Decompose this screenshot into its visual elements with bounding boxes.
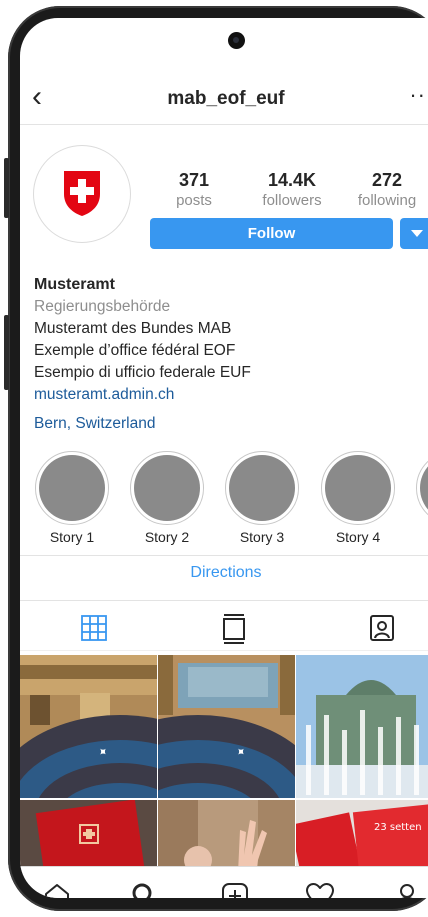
bio-line: Musteramt des Bundes MAB [34,320,232,337]
profile-name: Musteramt [34,276,115,293]
highlight-label: Story 1 [49,529,95,545]
followers-label: followers [262,192,322,209]
post-thumbnail[interactable] [20,800,157,873]
chevron-down-icon [411,230,423,237]
profile-icon[interactable] [392,881,422,898]
highlight-label: Story 3 [239,529,285,545]
add-post-icon[interactable] [220,881,250,898]
stat-following[interactable]: 272 following [347,170,427,209]
stat-posts[interactable]: 371 posts [154,170,234,209]
bio-line: Exemple d’office fédéral EOF [34,342,236,359]
stat-followers[interactable]: 14.4K followers [252,170,332,209]
directions-divider-top [20,555,428,556]
tagged-icon[interactable] [362,608,402,648]
top-bar: ‹ mab_eof_euf ·· [20,80,428,120]
post-thumbnail[interactable]: 23 setten [296,800,428,873]
post-card-text: 23 setten [374,822,422,833]
story-highlight[interactable]: Story 1 [34,451,110,545]
header-divider [20,124,428,125]
post-thumbnail[interactable] [158,800,295,873]
side-button-top [4,158,9,218]
post-grid: ✦ ✦ 23 setten [20,655,428,873]
avatar[interactable] [33,145,131,243]
highlight-ring [225,451,299,525]
story-highlight-partial[interactable] [415,451,428,525]
profile-category: Regierungsbehörde [34,298,171,315]
grid-icon[interactable] [74,608,114,648]
story-highlight[interactable]: Story 4 [320,451,396,545]
highlight-ring [321,451,395,525]
highlight-ring [35,451,109,525]
post-thumbnail[interactable] [296,655,428,798]
swiss-shield-icon [64,171,100,216]
home-icon[interactable] [42,881,72,898]
suggestions-dropdown-button[interactable] [400,218,428,249]
post-thumbnail[interactable]: ✦ [158,655,295,798]
posts-label: posts [176,192,212,209]
profile-bio: Musteramt Regierungsbehörde Musteramt de… [34,274,428,435]
following-count: 272 [371,170,403,190]
app-screen: ‹ mab_eof_euf ·· 371 posts 14.4K followe… [20,18,428,898]
directions-divider-bottom [20,600,428,601]
directions-button[interactable]: Directions [20,558,428,588]
website-link[interactable]: musteramt.admin.ch [34,384,428,406]
highlight-label: Story 4 [335,529,381,545]
front-camera [228,32,245,49]
location-link[interactable]: Bern, Switzerland [34,413,428,435]
post-thumbnail[interactable]: ✦ [20,655,157,798]
more-dots-icon[interactable]: ·· [409,82,426,108]
posts-count: 371 [178,170,210,190]
highlight-ring [130,451,204,525]
following-label: following [357,192,417,209]
profile-username: mab_eof_euf [167,88,285,109]
story-highlight[interactable]: Story 2 [129,451,205,545]
feed-icon[interactable] [214,608,254,648]
highlight-label: Story 2 [144,529,190,545]
followers-count: 14.4K [267,170,317,190]
highlight-ring [416,451,428,525]
bio-line: Esempio di ufficio federale EUF [34,364,251,381]
heart-icon[interactable] [305,881,335,898]
tabs-divider [20,650,428,651]
search-icon[interactable] [130,881,160,898]
side-button-bottom [4,315,9,390]
follow-button[interactable]: Follow [150,218,393,249]
bottom-navigation [20,866,428,898]
story-highlight[interactable]: Story 3 [224,451,300,545]
profile-tabs [20,604,428,650]
